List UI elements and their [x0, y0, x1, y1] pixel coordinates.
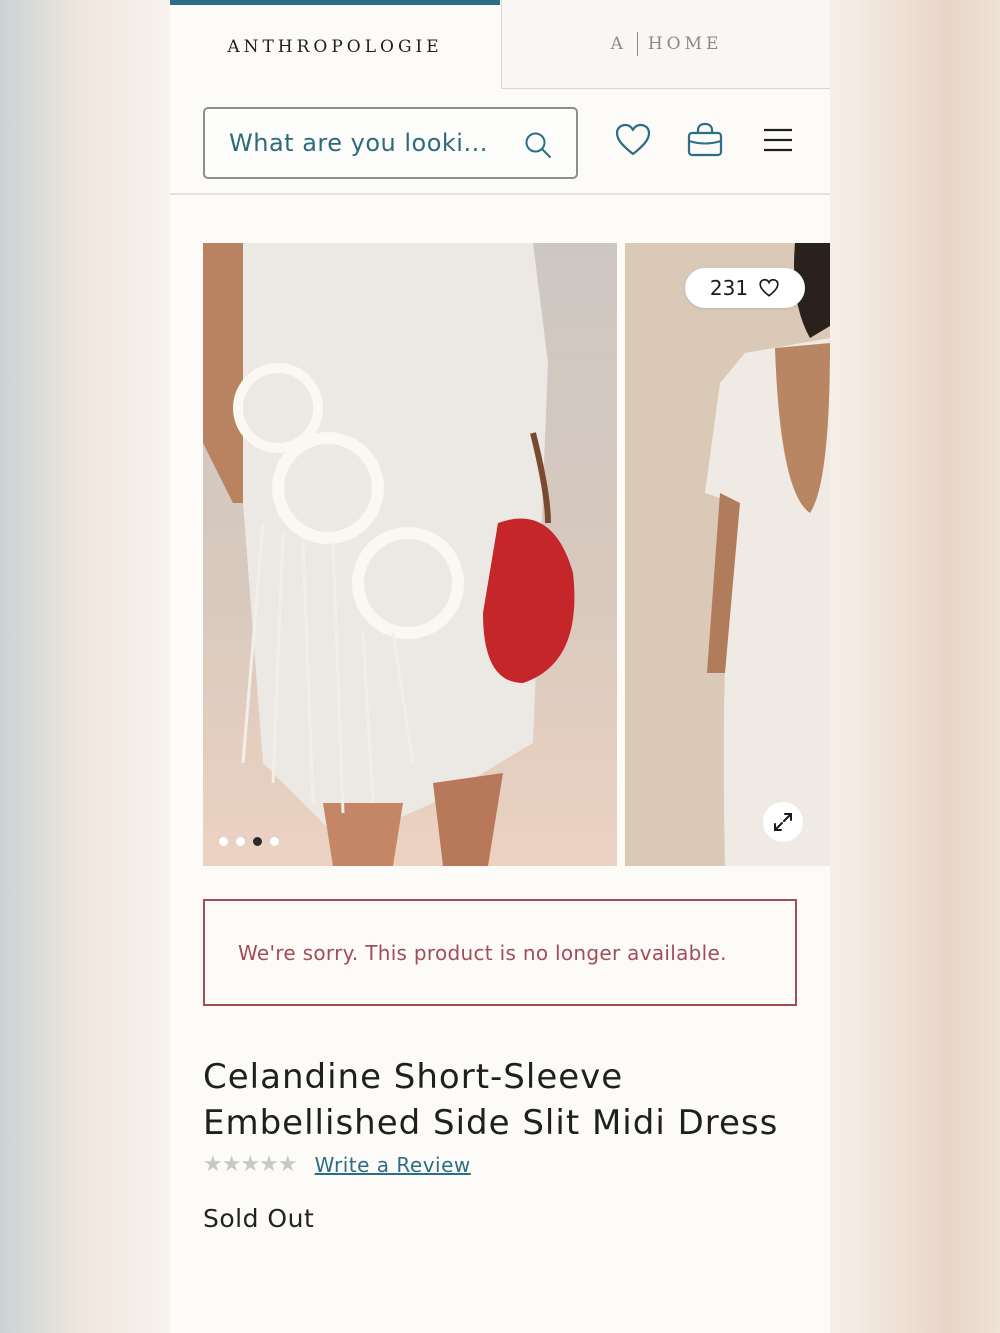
product-title-line: Celandine Short-Sleeve: [203, 1057, 624, 1097]
search-placeholder: What are you looki...: [229, 129, 488, 157]
carousel-dot-active[interactable]: [253, 837, 262, 846]
heart-icon: [759, 278, 779, 297]
a-home-logo: A HOME: [611, 32, 723, 56]
carousel-dot[interactable]: [236, 837, 245, 846]
carousel-dots[interactable]: [219, 837, 279, 846]
product-image-front[interactable]: [203, 243, 617, 866]
home-divider: [636, 32, 638, 56]
product-title: Celandine Short-Sleeve Embellished Side …: [203, 1054, 823, 1146]
expand-icon: [774, 813, 792, 831]
dress-front-illustration: [203, 243, 617, 866]
header-divider: [170, 193, 830, 195]
favorite-count: 231: [709, 276, 749, 300]
write-review-link[interactable]: Write a Review: [315, 1153, 471, 1177]
product-gallery[interactable]: [203, 243, 830, 866]
unavailable-notice: We're sorry. This product is no longer a…: [203, 899, 797, 1006]
brand-tabs: ANTHROPOLOGIE A HOME: [170, 0, 830, 90]
mobile-page: ANTHROPOLOGIE A HOME What are you looki.…: [170, 0, 830, 1333]
favorite-count-badge[interactable]: 231: [685, 268, 805, 308]
heart-icon[interactable]: [613, 120, 653, 160]
product-image-back[interactable]: [625, 243, 830, 866]
availability-status: Sold Out: [203, 1204, 315, 1233]
search-icon[interactable]: [524, 131, 552, 159]
tab-a-home[interactable]: A HOME: [501, 0, 830, 89]
home-mark: A: [610, 34, 627, 54]
carousel-dot[interactable]: [270, 837, 279, 846]
product-title-line: Embellished Side Slit Midi Dress: [203, 1103, 779, 1143]
home-label: HOME: [647, 34, 723, 54]
carousel-dot[interactable]: [219, 837, 228, 846]
tab-anthropologie[interactable]: ANTHROPOLOGIE: [170, 0, 500, 89]
rating-row: ★★★★★ Write a Review: [203, 1152, 471, 1177]
anthropologie-logo: ANTHROPOLOGIE: [227, 37, 443, 57]
rating-stars-icon: ★★★★★: [203, 1152, 298, 1177]
search-input[interactable]: What are you looki...: [203, 107, 578, 179]
menu-icon[interactable]: [760, 120, 800, 160]
dress-back-illustration: [625, 243, 830, 866]
unavailable-message: We're sorry. This product is no longer a…: [238, 940, 727, 965]
bag-icon[interactable]: [685, 120, 725, 160]
expand-image-button[interactable]: [763, 802, 803, 842]
